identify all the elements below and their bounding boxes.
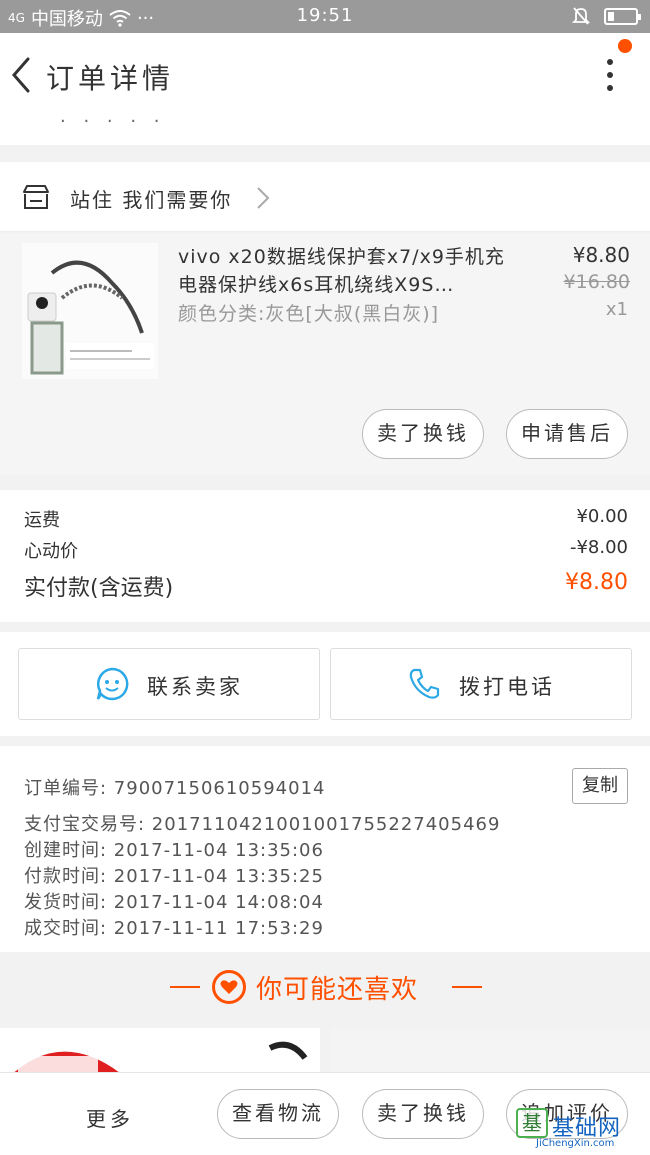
scrolled-address-strip: · · · · · xyxy=(0,119,650,145)
copy-button[interactable]: 复制 xyxy=(572,768,628,804)
after-sale-button[interactable]: 申请售后 xyxy=(506,409,628,459)
product-thumbnail[interactable] xyxy=(22,243,158,379)
call-button[interactable]: 拨打电话 xyxy=(330,648,632,720)
silent-bell-icon xyxy=(572,7,590,25)
total-value: ¥8.80 xyxy=(565,570,628,595)
shipping-label: 运费 xyxy=(24,510,60,531)
alipay-number: 支付宝交易号: 2017110421001001755227405469 xyxy=(24,814,501,835)
contact-seller-button[interactable]: 联系卖家 xyxy=(18,648,320,720)
more-menu-icon[interactable] xyxy=(606,59,614,93)
item-price: ¥8.80 xyxy=(572,243,630,267)
status-bar: 4G 中国移动 ··· 19:51 xyxy=(0,0,650,33)
amount-summary: 运费 ¥0.00 心动价 -¥8.00 实付款(含运费) ¥8.80 xyxy=(0,490,650,622)
chat-bubble-icon xyxy=(96,667,129,701)
order-number: 订单编号: 79007150610594014 xyxy=(24,778,326,799)
paid-time: 付款时间: 2017-11-04 13:35:25 xyxy=(24,866,324,887)
shipping-value: ¥0.00 xyxy=(576,506,628,527)
header-bar: 订单详情 xyxy=(0,33,650,119)
call-label: 拨打电话 xyxy=(459,675,555,699)
watermark-logo-icon: 基 xyxy=(516,1108,548,1138)
shipped-time: 发货时间: 2017-11-04 14:08:04 xyxy=(24,892,324,913)
sell-trade-button[interactable]: 卖了换钱 xyxy=(362,409,484,459)
decor-line-right xyxy=(452,986,482,988)
item-sku: 颜色分类:灰色[大叔(黑白灰)] xyxy=(178,303,440,325)
store-icon xyxy=(23,185,49,209)
shop-name: 站住 我们需要你 xyxy=(70,188,233,212)
discount-row: 心动价 -¥8.00 xyxy=(24,537,628,563)
contact-seller-label: 联系卖家 xyxy=(147,675,243,699)
decor-line-left xyxy=(170,986,200,988)
completed-time: 成交时间: 2017-11-11 17:53:29 xyxy=(24,918,324,939)
recommend-image xyxy=(8,1041,308,1078)
product-image xyxy=(22,243,158,379)
item-title[interactable]: vivo x20数据线保护套x7/x9手机充电器保护线x6s耳机绕线X9S… xyxy=(178,243,508,299)
recommend-list xyxy=(0,1028,650,1078)
contact-section: 联系卖家 拨打电话 xyxy=(0,632,650,736)
total-label: 实付款(含运费) xyxy=(24,576,174,601)
order-info: 订单编号: 79007150610594014 复制 支付宝交易号: 20171… xyxy=(0,746,650,952)
more-button[interactable]: 更多 xyxy=(86,1103,134,1132)
page-title: 订单详情 xyxy=(46,62,175,95)
shop-row[interactable]: 站住 我们需要你 xyxy=(0,162,650,232)
recommend-title: 你可能还喜欢 xyxy=(256,975,419,1005)
recommend-card[interactable] xyxy=(330,1028,650,1078)
watermark-url: JiChengXin.com xyxy=(536,1138,615,1149)
created-time: 创建时间: 2017-11-04 13:35:06 xyxy=(24,840,324,861)
site-watermark: 基 基础网 JiChengXin.com xyxy=(516,1108,644,1149)
order-item[interactable]: vivo x20数据线保护套x7/x9手机充电器保护线x6s耳机绕线X9S… 颜… xyxy=(0,233,650,475)
item-quantity: x1 xyxy=(605,299,628,320)
back-arrow-icon[interactable] xyxy=(6,55,36,95)
status-time: 19:51 xyxy=(296,5,354,26)
recommend-header: 你可能还喜欢 xyxy=(0,955,650,1021)
heart-icon xyxy=(212,970,246,1004)
battery-icon xyxy=(604,7,641,25)
phone-icon xyxy=(409,668,440,699)
discount-label: 心动价 xyxy=(24,541,78,562)
sell-trade-bottom-button[interactable]: 卖了换钱 xyxy=(362,1089,484,1139)
total-row: 实付款(含运费) ¥8.80 xyxy=(24,570,628,602)
recommend-card[interactable] xyxy=(0,1028,320,1078)
view-logistics-button[interactable]: 查看物流 xyxy=(217,1089,339,1139)
item-original-price: ¥16.80 xyxy=(563,271,630,293)
notification-dot xyxy=(618,39,632,53)
shipping-row: 运费 ¥0.00 xyxy=(24,506,628,532)
chevron-right-icon xyxy=(257,187,270,209)
discount-value: -¥8.00 xyxy=(569,537,628,558)
